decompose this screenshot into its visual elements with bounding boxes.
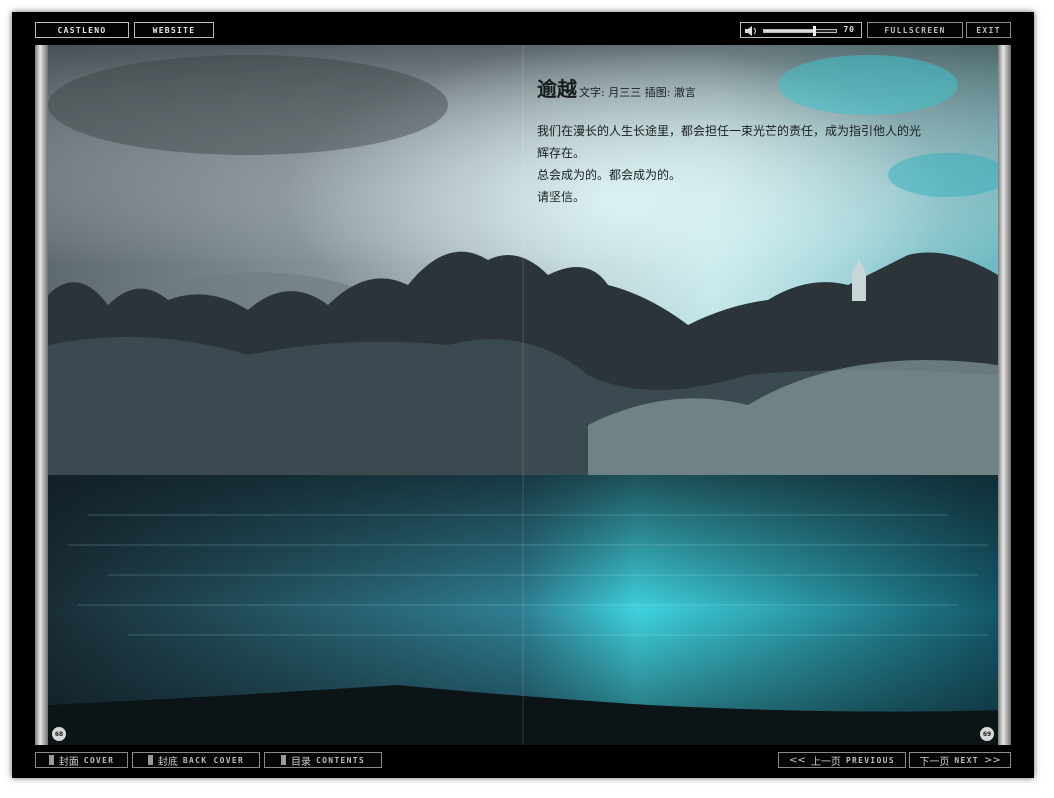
article-line: 总会成为的。都会成为的。 — [537, 168, 682, 182]
right-page-edge — [998, 45, 1011, 745]
double-chevron-left-icon: << — [789, 754, 806, 766]
volume-fill — [764, 30, 815, 32]
article: 逾越 文字: 月三三 插图: 澈言 我们在漫长的人生长途里，都会担任一束光芒的责… — [537, 73, 922, 208]
volume-knob[interactable] — [813, 26, 816, 36]
article-header: 逾越 文字: 月三三 插图: 澈言 — [537, 73, 922, 102]
exit-button[interactable]: EXIT — [966, 22, 1011, 38]
article-title: 逾越 — [537, 77, 577, 101]
contents-button[interactable]: 目录 CONTENTS — [264, 752, 382, 768]
fullscreen-button[interactable]: FULLSCREEN — [867, 22, 963, 38]
back-cover-label-en: BACK COVER — [182, 755, 245, 765]
article-line: 我们在漫长的人生长途里，都会担任一束光芒的责任，成为指引他人的光 — [537, 124, 922, 138]
previous-label-cn: 上一页 — [810, 756, 841, 768]
next-label-cn: 下一页 — [919, 756, 950, 768]
back-cover-button[interactable]: 封底 BACK COVER — [132, 752, 260, 768]
website-button[interactable]: WEBSITE — [134, 22, 214, 38]
square-icon — [147, 755, 153, 765]
volume-control[interactable]: 70 — [740, 22, 862, 38]
contents-label-cn: 目录 — [291, 756, 312, 768]
volume-slider[interactable] — [763, 26, 837, 36]
volume-value: 70 — [843, 25, 855, 34]
cover-button[interactable]: 封面 COVER — [35, 752, 128, 768]
page-number-left: 68 — [52, 727, 66, 741]
previous-label-en: PREVIOUS — [845, 755, 895, 765]
next-label-en: NEXT — [954, 755, 979, 765]
previous-page-button[interactable]: << 上一页 PREVIOUS — [778, 752, 906, 768]
next-page-button[interactable]: 下一页 NEXT >> — [909, 752, 1011, 768]
castleno-button[interactable]: CASTLENO — [35, 22, 129, 38]
back-cover-label-cn: 封底 — [157, 756, 178, 768]
contents-label-en: CONTENTS — [316, 755, 365, 765]
book-spine — [522, 45, 524, 745]
cover-label-en: COVER — [83, 755, 115, 765]
article-body: 我们在漫长的人生长途里，都会担任一束光芒的责任，成为指引他人的光 辉存在。 总会… — [537, 120, 922, 208]
square-icon — [281, 755, 287, 765]
cover-label-cn: 封面 — [58, 756, 79, 768]
square-icon — [48, 755, 54, 765]
article-line: 请坚信。 — [537, 190, 586, 204]
page-number-right: 69 — [980, 727, 994, 741]
article-line: 辉存在。 — [537, 146, 586, 160]
article-credits: 文字: 月三三 插图: 澈言 — [579, 86, 696, 99]
left-page-edge — [35, 45, 48, 745]
speaker-icon[interactable] — [745, 26, 759, 36]
double-chevron-right-icon: >> — [983, 754, 1001, 766]
